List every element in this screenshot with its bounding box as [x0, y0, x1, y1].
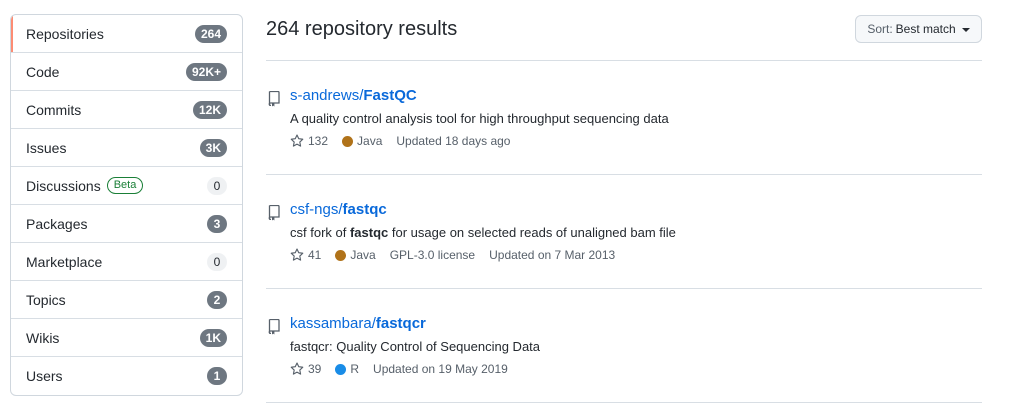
sidebar-item-count: 0	[207, 252, 227, 271]
language-color-dot	[335, 249, 347, 261]
results-divider	[266, 174, 982, 175]
repo-updated: Updated on 19 May 2019	[373, 362, 508, 376]
language-name: Java	[350, 248, 376, 262]
sidebar-item-label: Marketplace	[26, 253, 103, 270]
repo-language: Java	[342, 134, 382, 148]
sidebar-item-count: 1	[207, 367, 227, 385]
results-divider	[266, 402, 982, 403]
repo-description: fastqcr: Quality Control of Sequencing D…	[290, 339, 540, 354]
sidebar-item-label: Users	[26, 368, 63, 384]
sidebar-item-count: 1K	[199, 328, 227, 347]
repo-language: R	[335, 362, 359, 376]
results-count-title: 264 repository results	[266, 18, 458, 40]
sidebar-item-packages[interactable]: Packages 3	[11, 205, 242, 243]
stargazers-link[interactable]: 132	[290, 134, 328, 148]
repo-description-text: fastqcr: Quality Control of Sequencing D…	[290, 339, 541, 354]
repo-name: fastqcr	[375, 315, 426, 332]
repo-description-text: csf fork of	[290, 225, 350, 240]
repo-description: csf fork of fastqc for usage on selected…	[290, 225, 676, 240]
sidebar-item-count: 3K	[199, 138, 227, 157]
language-color-dot	[342, 135, 354, 147]
sidebar-item-count: 12K	[192, 100, 227, 119]
repo-link[interactable]: kassambara/fastqcr	[290, 315, 426, 332]
sidebar-item-count: 92K+	[185, 62, 227, 81]
beta-badge: Beta	[106, 177, 144, 194]
star-count: 39	[308, 362, 322, 376]
repo-name: fastqc	[342, 201, 387, 218]
repo-icon	[268, 91, 280, 107]
repo-icon	[268, 319, 280, 335]
star-count: 132	[308, 134, 329, 148]
sort-value-label: Best match	[895, 22, 956, 36]
repo-link[interactable]: s-andrews/FastQC	[290, 87, 417, 104]
language-name: Java	[357, 134, 383, 148]
search-type-sidebar: Repositories 264 Code 92K+ Commits 12K I…	[10, 14, 243, 396]
repo-license: GPL-3.0 license	[389, 248, 476, 262]
repo-result-item: kassambara/fastqcr fastqcr: Quality Cont…	[266, 315, 982, 385]
repo-updated: Updated 18 days ago	[396, 134, 511, 148]
results-divider	[266, 288, 982, 289]
sidebar-item-label: Code	[26, 63, 60, 80]
stargazers-link[interactable]: 39	[290, 362, 321, 376]
repo-owner: s-andrews	[290, 87, 360, 104]
sidebar-item-label: Packages	[26, 215, 88, 232]
repo-meta: 39 R Updated on 19 May 2019	[290, 362, 508, 376]
sidebar-item-label: Commits	[26, 101, 82, 118]
sidebar-item-wikis[interactable]: Wikis 1K	[11, 319, 242, 357]
sidebar-item-label: Repositories	[26, 25, 104, 42]
repo-owner: kassambara	[290, 315, 372, 332]
sidebar-item-label: Topics	[26, 291, 66, 308]
sidebar-item-count: 0	[207, 176, 227, 195]
repo-description: A quality control analysis tool for high…	[290, 111, 669, 126]
repo-meta: 132 Java Updated 18 days ago	[290, 134, 510, 148]
repo-description-text: for usage on selected reads of unaligned…	[388, 225, 676, 240]
sidebar-item-label: Discussions	[26, 177, 101, 194]
sort-prefix-label: Sort:	[867, 22, 893, 36]
repo-language: Java	[335, 248, 376, 262]
repo-updated: Updated on 7 Mar 2013	[489, 248, 616, 262]
sidebar-item-count: 2	[207, 290, 227, 309]
sidebar-item-label: Wikis	[26, 329, 60, 346]
repo-description-text: A quality control analysis tool for high…	[290, 111, 669, 126]
sidebar-item-repositories[interactable]: Repositories 264	[11, 15, 242, 53]
results-divider	[266, 60, 982, 61]
sort-dropdown-button[interactable]: Sort: Best match	[855, 15, 982, 43]
repo-link[interactable]: csf-ngs/fastqc	[290, 201, 387, 218]
repo-icon	[268, 205, 280, 221]
sidebar-item-count: 3	[207, 214, 227, 233]
language-name: R	[350, 362, 360, 376]
caret-down-icon	[961, 27, 970, 32]
repo-meta: 41 Java GPL-3.0 license Updated on 7 Mar…	[290, 248, 615, 262]
sidebar-item-discussions[interactable]: Discussions Beta 0	[11, 167, 242, 205]
sidebar-item-issues[interactable]: Issues 3K	[11, 129, 242, 167]
repo-result-item: s-andrews/FastQC A quality control analy…	[266, 87, 982, 157]
sidebar-item-count: 264	[194, 24, 227, 43]
repo-result-item: csf-ngs/fastqc csf fork of fastqc for us…	[266, 201, 982, 271]
sidebar-item-commits[interactable]: Commits 12K	[11, 91, 242, 129]
repo-owner: csf-ngs	[290, 201, 339, 218]
repo-name: FastQC	[363, 87, 417, 104]
stargazers-link[interactable]: 41	[290, 248, 321, 262]
sidebar-item-marketplace[interactable]: Marketplace 0	[11, 243, 242, 281]
star-icon	[290, 248, 304, 261]
star-count: 41	[308, 248, 322, 262]
sidebar-item-label: Issues	[26, 139, 67, 156]
search-highlight: fastqc	[349, 225, 389, 240]
star-icon	[290, 134, 304, 147]
sidebar-item-users[interactable]: Users 1	[11, 357, 242, 395]
sidebar-item-code[interactable]: Code 92K+	[11, 53, 242, 91]
star-icon	[290, 362, 304, 375]
language-color-dot	[335, 363, 347, 375]
sidebar-item-topics[interactable]: Topics 2	[11, 281, 242, 319]
